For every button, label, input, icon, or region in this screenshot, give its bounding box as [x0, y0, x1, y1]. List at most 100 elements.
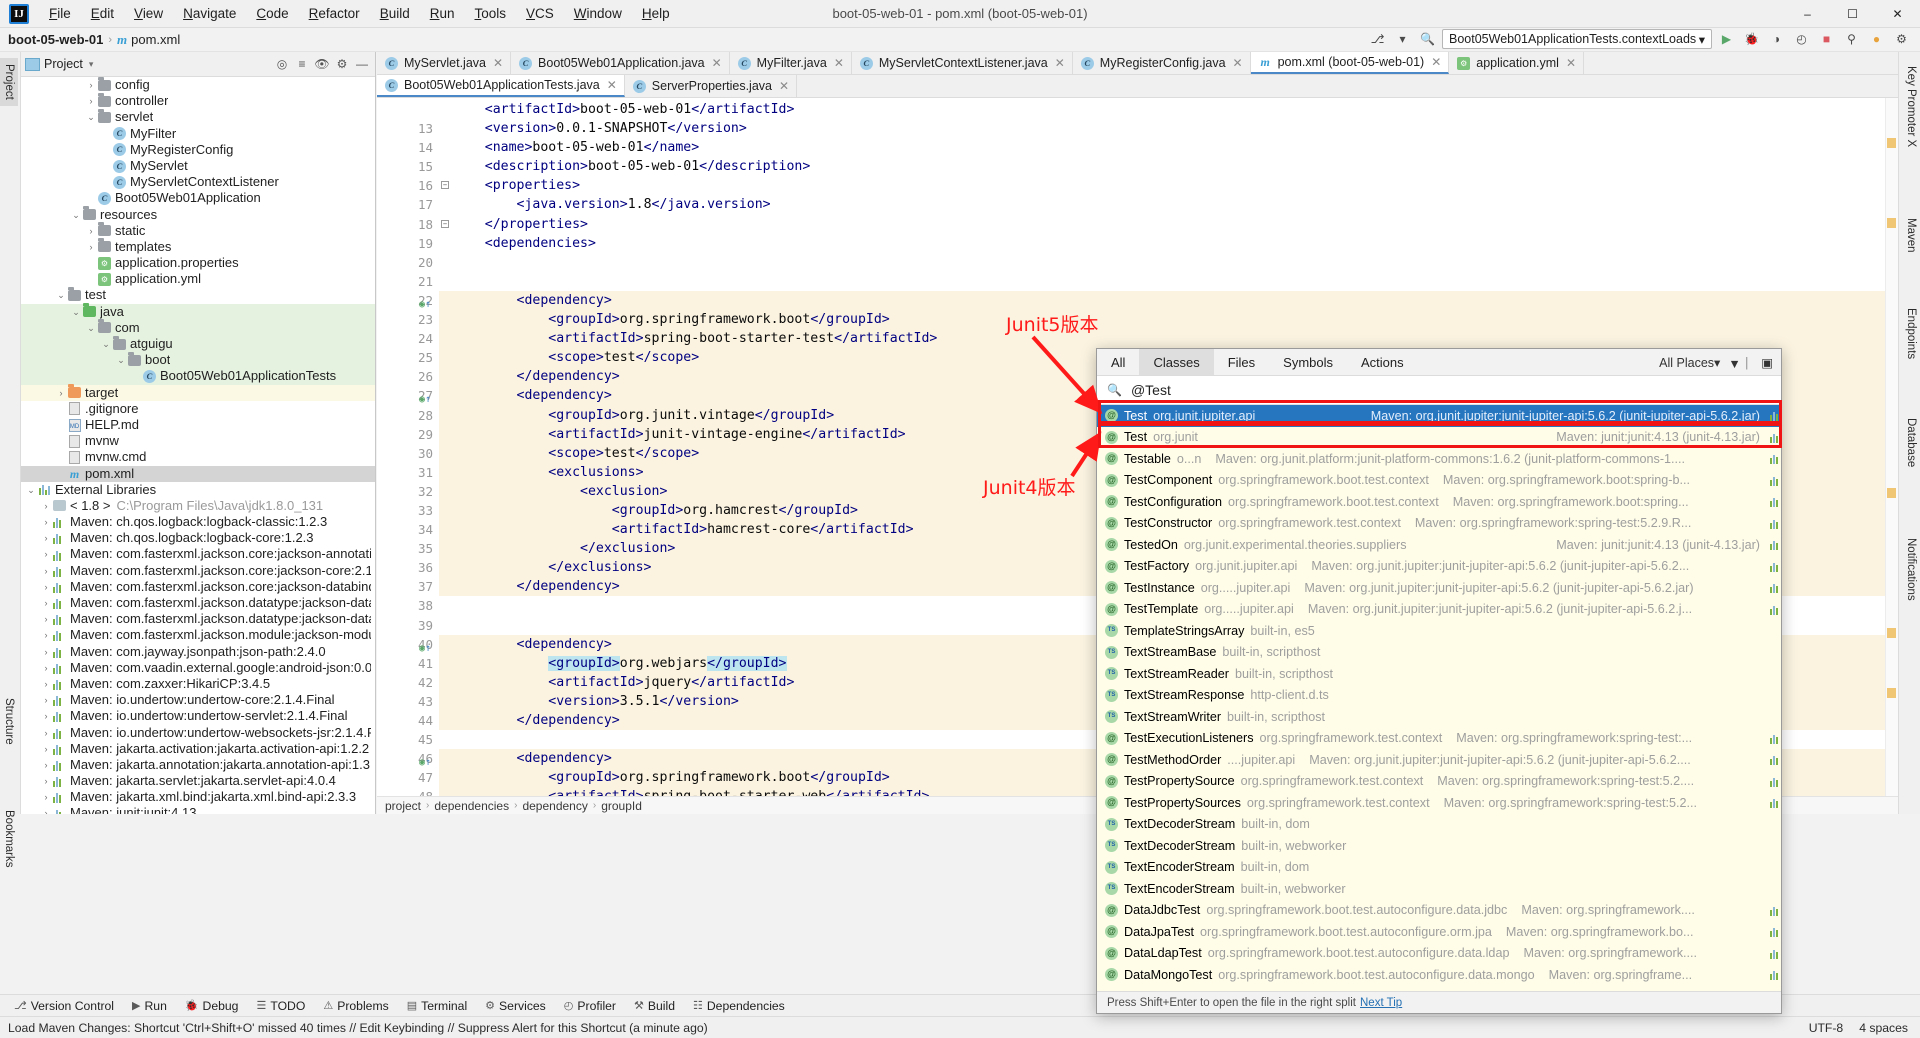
tool-window-button-debug[interactable]: 🐞Debug: [177, 997, 247, 1015]
editor-scrollbar-map[interactable]: [1885, 98, 1898, 796]
code-line[interactable]: <artifactId>boot-05-web-01</artifactId>: [439, 100, 1898, 119]
editor-tab-row-1[interactable]: CMyServlet.java✕CBoot05Web01Application.…: [377, 52, 1898, 75]
tree-node[interactable]: ›templates: [21, 239, 375, 255]
code-line[interactable]: </properties>: [439, 215, 1898, 234]
close-button[interactable]: ✕: [1875, 0, 1920, 28]
editor-tab[interactable]: CMyServlet.java✕: [377, 52, 511, 74]
left-tab-project[interactable]: Project: [0, 58, 18, 106]
left-tool-window-strip[interactable]: ProjectStructureBookmarks: [0, 52, 21, 814]
search-result-row[interactable]: TSTextDecoderStreambuilt-in, dom: [1097, 814, 1781, 836]
tool-window-button-terminal[interactable]: ▤Terminal: [399, 997, 475, 1015]
close-icon[interactable]: ✕: [779, 79, 789, 93]
right-tab-endpoints[interactable]: Endpoints: [1902, 302, 1920, 365]
chevron-down-icon[interactable]: ⌄: [70, 207, 82, 223]
preview-icon[interactable]: ▣: [1761, 355, 1773, 370]
code-line[interactable]: <dependency>: [439, 291, 1898, 310]
tree-node[interactable]: ›Maven: com.zaxxer:HikariCP:3.4.5: [21, 676, 375, 692]
tree-node[interactable]: CMyFilter: [21, 126, 375, 142]
tree-node[interactable]: ›Maven: io.undertow:undertow-core:2.1.4.…: [21, 692, 375, 708]
chevron-down-icon[interactable]: ⌄: [115, 352, 127, 368]
menu-navigate[interactable]: Navigate: [173, 2, 246, 25]
chevron-right-icon[interactable]: ›: [40, 546, 52, 562]
menu-run[interactable]: Run: [420, 2, 465, 25]
menu-edit[interactable]: Edit: [81, 2, 124, 25]
window-controls[interactable]: – ☐ ✕: [1785, 0, 1920, 28]
close-icon[interactable]: ✕: [493, 56, 503, 70]
chevron-right-icon[interactable]: ›: [40, 579, 52, 595]
menu-refactor[interactable]: Refactor: [299, 2, 370, 25]
code-line[interactable]: [439, 253, 1898, 272]
search-everywhere-icon[interactable]: 🔍: [1417, 29, 1438, 50]
tree-node[interactable]: ›Maven: ch.qos.logback:logback-classic:1…: [21, 514, 375, 530]
editor-tab[interactable]: CMyServletContextListener.java✕: [852, 52, 1073, 74]
breadcrumb-item[interactable]: project: [385, 799, 421, 813]
chevron-right-icon[interactable]: ›: [40, 757, 52, 773]
menu-code[interactable]: Code: [246, 2, 298, 25]
tree-node[interactable]: ›config: [21, 77, 375, 93]
chevron-right-icon[interactable]: ›: [40, 514, 52, 530]
left-tab-structure[interactable]: Structure: [0, 692, 18, 751]
tool-window-button-problems[interactable]: ⚠Problems: [315, 997, 396, 1015]
tool-window-button-run[interactable]: ▶Run: [124, 997, 175, 1015]
se-tab-classes[interactable]: Classes: [1139, 349, 1213, 375]
chevron-right-icon[interactable]: ›: [40, 595, 52, 611]
chevron-right-icon[interactable]: ›: [40, 530, 52, 546]
minimize-icon[interactable]: ―: [353, 55, 371, 73]
search-result-row[interactable]: @Testorg.junitMaven: junit:junit:4.13 (j…: [1097, 427, 1781, 449]
tree-node[interactable]: CMyServletContextListener: [21, 174, 375, 190]
tree-node[interactable]: ›Maven: com.fasterxml.jackson.core:jacks…: [21, 563, 375, 579]
search-result-row[interactable]: TSTextStreamWriterbuilt-in, scripthost: [1097, 706, 1781, 728]
tree-node[interactable]: .gitignore: [21, 401, 375, 417]
tree-node[interactable]: ›Maven: com.fasterxml.jackson.core:jacks…: [21, 546, 375, 562]
search-result-row[interactable]: @TestConstructororg.springframework.test…: [1097, 513, 1781, 535]
code-line[interactable]: <groupId>org.springframework.boot</group…: [439, 310, 1898, 329]
indent-indicator[interactable]: 4 spaces: [1859, 1021, 1908, 1035]
search-result-row[interactable]: @TestPropertySourceorg.springframework.t…: [1097, 771, 1781, 793]
tree-node[interactable]: ›Maven: com.fasterxml.jackson.datatype:j…: [21, 611, 375, 627]
search-result-row[interactable]: @TestPropertySourcesorg.springframework.…: [1097, 792, 1781, 814]
chevron-right-icon[interactable]: ›: [85, 77, 97, 93]
profiler-button[interactable]: ◴: [1791, 29, 1812, 50]
menu-tools[interactable]: Tools: [465, 2, 517, 25]
tool-window-button-todo[interactable]: ☰TODO: [248, 997, 313, 1015]
tree-node[interactable]: ⌄atguigu: [21, 336, 375, 352]
search-result-row[interactable]: @DataJdbcTestorg.springframework.boot.te…: [1097, 900, 1781, 922]
close-icon[interactable]: ✕: [1233, 56, 1243, 70]
editor-tab[interactable]: ⚙application.yml✕: [1449, 52, 1584, 74]
stop-button[interactable]: ■: [1816, 29, 1837, 50]
editor-tab[interactable]: CServerProperties.java✕: [625, 75, 797, 97]
se-tab-files[interactable]: Files: [1214, 349, 1269, 375]
search-result-row[interactable]: TSTextDecoderStreambuilt-in, webworker: [1097, 835, 1781, 857]
menu-view[interactable]: View: [124, 2, 173, 25]
search-everywhere-filters[interactable]: All Places▾ ▼｜ ▣: [1659, 349, 1781, 375]
tree-node[interactable]: CMyServlet: [21, 158, 375, 174]
tree-node[interactable]: ›< 1.8 >C:\Program Files\Java\jdk1.8.0_1…: [21, 498, 375, 514]
tree-node[interactable]: mpom.xml: [21, 466, 375, 482]
breadcrumb-item[interactable]: dependencies: [434, 799, 509, 813]
tree-node[interactable]: ⌄resources: [21, 207, 375, 223]
branch-icon[interactable]: ⎇: [1367, 29, 1388, 50]
code-line[interactable]: <java.version>1.8</java.version>: [439, 195, 1898, 214]
next-tip-link[interactable]: Next Tip: [1360, 997, 1402, 1009]
left-tab-bookmarks[interactable]: Bookmarks: [0, 804, 18, 874]
search-everywhere-popup[interactable]: AllClassesFilesSymbolsActions All Places…: [1096, 348, 1782, 1014]
close-icon[interactable]: ✕: [1055, 56, 1065, 70]
status-bar-right[interactable]: UTF-8 4 spaces: [1809, 1021, 1920, 1035]
tree-node[interactable]: ›Maven: junit:junit:4.13: [21, 805, 375, 814]
tool-window-button-build[interactable]: ⚒Build: [626, 997, 683, 1015]
chevron-down-icon[interactable]: ⌄: [25, 482, 37, 498]
search-result-row[interactable]: @Testableo...nMaven: org.junit.platform:…: [1097, 448, 1781, 470]
code-line[interactable]: <artifactId>spring-boot-starter-test</ar…: [439, 329, 1898, 348]
chevron-down-icon[interactable]: ⌄: [55, 287, 67, 303]
chevron-down-icon[interactable]: ⌄: [85, 320, 97, 336]
chevron-right-icon[interactable]: ›: [40, 773, 52, 789]
eye-icon[interactable]: 👁: [313, 55, 331, 73]
tree-node[interactable]: MDHELP.md: [21, 417, 375, 433]
chevron-right-icon[interactable]: ›: [40, 725, 52, 741]
tool-window-button-dependencies[interactable]: ☷Dependencies: [685, 997, 793, 1015]
breadcrumb-item[interactable]: groupId: [601, 799, 642, 813]
tree-node[interactable]: ›Maven: ch.qos.logback:logback-core:1.2.…: [21, 530, 375, 546]
tree-node[interactable]: ›Maven: io.undertow:undertow-servlet:2.1…: [21, 708, 375, 724]
chevron-down-icon[interactable]: ▾: [1392, 29, 1413, 50]
chevron-right-icon[interactable]: ›: [40, 789, 52, 805]
